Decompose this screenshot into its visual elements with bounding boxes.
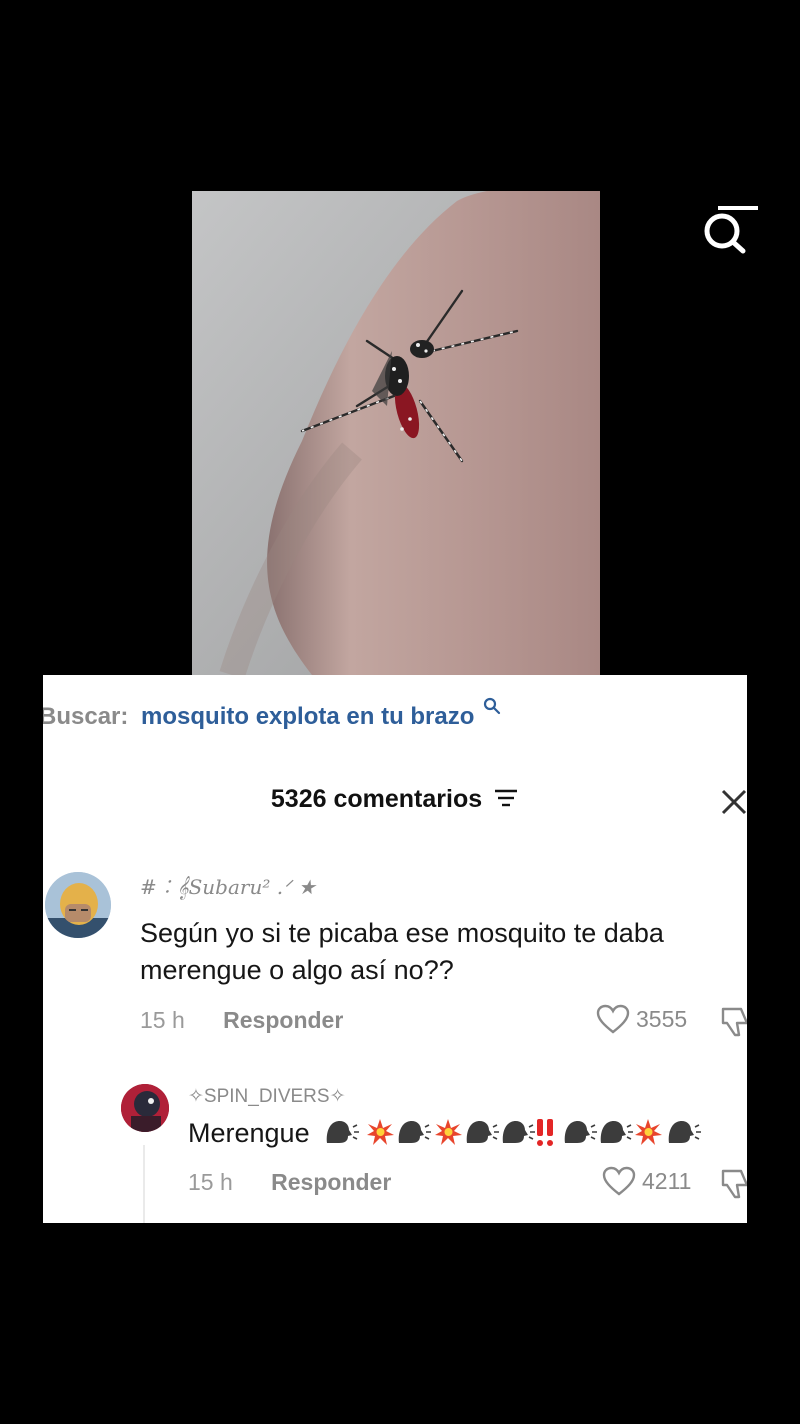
avatar[interactable] (121, 1084, 169, 1132)
like-count: 4211 (642, 1168, 692, 1194)
speaking-head-icon (326, 1118, 702, 1146)
avatar[interactable] (45, 872, 111, 938)
comment-username[interactable]: #︰𝄞Subaru² .ᐟ ★ (140, 871, 316, 900)
comment-text: Según yo si te picaba ese mosquito te da… (140, 915, 747, 989)
search-term[interactable]: mosquito explota en tu brazo (141, 703, 474, 730)
reply-button[interactable]: Responder (223, 1007, 343, 1033)
close-icon[interactable] (719, 787, 747, 817)
video-photo-mosquito-on-finger (192, 191, 600, 675)
comment-text-line: merengue o algo así no?? (140, 955, 454, 985)
comment-time: 15 h (140, 1007, 185, 1033)
reply-button[interactable]: Responder (271, 1169, 391, 1195)
comments-count-header: 5326 comentarios (43, 785, 747, 814)
dislike-icon[interactable] (719, 1005, 747, 1039)
reply-meta: 15 h Responder (188, 1169, 391, 1196)
reply-time: 15 h (188, 1169, 233, 1195)
like-button[interactable]: 4211 (602, 1166, 692, 1196)
search-label: Buscar: (43, 703, 129, 730)
reply-text-row: Merengue (188, 1115, 705, 1152)
comments-panel: Buscar: mosquito explota en tu brazo 532… (43, 675, 747, 1223)
comment-text-line: Según yo si te picaba ese mosquito te da… (140, 918, 664, 948)
search-icon (483, 697, 501, 715)
like-count: 3555 (636, 1006, 688, 1032)
mosquito-photo (192, 191, 600, 675)
comments-count: 5326 comentarios (270, 785, 483, 813)
heart-icon (602, 1166, 636, 1196)
like-button[interactable]: 3555 (596, 1004, 688, 1034)
search-icon[interactable] (700, 205, 760, 257)
search-suggestion[interactable]: Buscar: mosquito explota en tu brazo (43, 697, 501, 731)
heart-icon (596, 1004, 630, 1034)
dislike-icon[interactable] (719, 1167, 747, 1201)
thread-line (143, 1145, 145, 1223)
reply-username[interactable]: ✧SPIN_DIVERS✧ (188, 1085, 346, 1108)
comment-meta: 15 h Responder (140, 1007, 343, 1034)
reply-text: Merengue (188, 1118, 310, 1148)
filter-icon[interactable] (493, 787, 519, 809)
